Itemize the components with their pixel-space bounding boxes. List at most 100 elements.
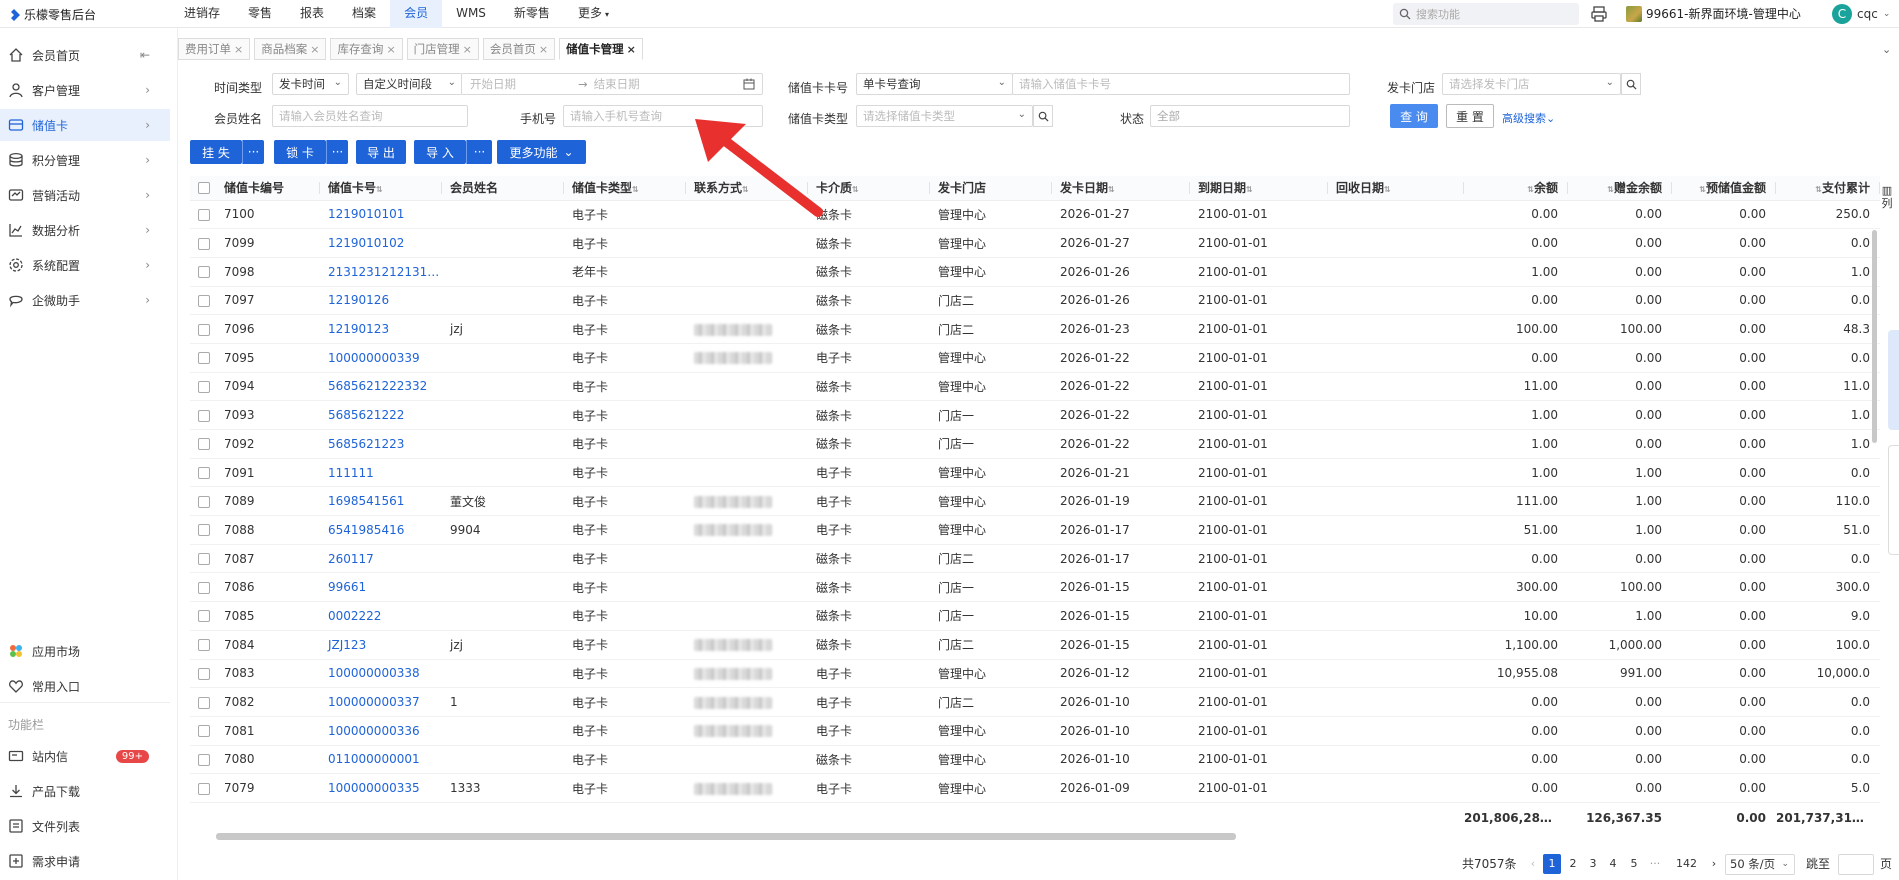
column-header-9[interactable]: 回收日期⇅	[1328, 176, 1464, 201]
user-menu[interactable]: C cqc ⌄	[1832, 4, 1890, 24]
tab-0[interactable]: 费用订单 ×	[178, 38, 251, 60]
floating-side-panel-tab[interactable]	[1888, 330, 1899, 430]
column-header-6[interactable]: 发卡门店	[930, 176, 1052, 201]
cell-card-no[interactable]: 0002222	[320, 601, 442, 631]
sort-icon[interactable]: ⇅	[1384, 185, 1391, 194]
column-header-8[interactable]: 到期日期⇅	[1190, 176, 1328, 201]
topnav-item-1[interactable]: 零售	[234, 0, 286, 28]
topnav-item-4[interactable]: 会员	[390, 0, 443, 28]
sort-icon[interactable]: ⇅	[852, 185, 859, 194]
page-button[interactable]: 3	[1584, 854, 1602, 874]
table-row[interactable]: 7088 6541985416 9904 电子卡 电子卡 管理中心 2026-01-17 21…	[190, 515, 1880, 545]
sidebar-item-heart[interactable]: 常用入口	[0, 670, 170, 702]
sort-icon[interactable]: ⇅	[1815, 185, 1822, 194]
app-logo[interactable]: 乐檬零售后台	[8, 6, 96, 23]
tab-1[interactable]: 商品档案 ×	[254, 38, 327, 60]
cell-card-no[interactable]: 12190126	[320, 286, 442, 316]
row-checkbox[interactable]	[198, 237, 210, 250]
topnav-item-5[interactable]: WMS	[442, 0, 500, 28]
row-checkbox[interactable]	[198, 639, 210, 652]
column-header-3[interactable]: 储值卡类型⇅	[564, 176, 686, 201]
floating-side-panel-tab-secondary[interactable]	[1888, 445, 1899, 555]
row-checkbox[interactable]	[198, 495, 210, 508]
prev-page-button[interactable]: ‹	[1524, 854, 1542, 874]
column-header-12[interactable]: ⇅预储值金额	[1672, 176, 1776, 201]
tab-4[interactable]: 会员首页 ×	[482, 38, 556, 60]
import-more-button[interactable]: ···	[466, 140, 492, 164]
table-row[interactable]: 7091 111111 电子卡 电子卡 管理中心 2026-01-21 2100-01-01…	[190, 458, 1880, 488]
sidebar-item-member-home[interactable]: 会员首页 ⇤	[0, 39, 170, 71]
page-size-select[interactable]: 50 条/页 ⌄	[1725, 854, 1795, 875]
cell-card-no[interactable]: 5685621222332	[320, 372, 442, 402]
status-select[interactable]: 全部	[1150, 105, 1350, 127]
table-row[interactable]: 7092 5685621223 电子卡 磁条卡 门店一 2026-01-22 2100-01…	[190, 429, 1880, 459]
report-loss-button[interactable]: 挂 失	[190, 140, 242, 164]
sort-icon[interactable]: ⇅	[1108, 185, 1115, 194]
cell-card-no[interactable]: 6541985416	[320, 515, 442, 545]
table-row[interactable]: 7093 5685621222 电子卡 磁条卡 门店一 2026-01-22 2100-01…	[190, 400, 1880, 430]
table-row[interactable]: 7094 5685621222332 电子卡 磁条卡 管理中心 2026-01-22 210…	[190, 372, 1880, 402]
sidebar-item-card[interactable]: 储值卡 ›	[0, 109, 170, 141]
vertical-scrollbar[interactable]	[1872, 230, 1877, 443]
close-icon[interactable]: ×	[310, 43, 319, 56]
feature-search-input[interactable]: 搜索功能	[1393, 3, 1579, 25]
more-functions-button[interactable]: 更多功能 ⌄	[497, 140, 586, 164]
sidebar-item-chat[interactable]: 企微助手 ›	[0, 284, 170, 316]
cell-card-no[interactable]: 100000000336	[320, 716, 442, 746]
topnav-item-6[interactable]: 新零售	[500, 0, 564, 28]
column-header-1[interactable]: 储值卡号⇅	[320, 176, 442, 201]
cell-card-no[interactable]: 1219010101	[320, 200, 442, 230]
column-header-7[interactable]: 发卡日期⇅	[1052, 176, 1190, 201]
printer-icon[interactable]	[1590, 5, 1608, 23]
advanced-search-link[interactable]: 高级搜索⌄	[1502, 110, 1555, 126]
table-row[interactable]: 7080 011000000001 电子卡 磁条卡 管理中心 2026-01-10 2100…	[190, 745, 1880, 775]
sort-icon[interactable]: ⇅	[376, 185, 383, 194]
row-checkbox[interactable]	[198, 380, 210, 393]
topnav-item-7[interactable]: 更多 ▾	[564, 0, 623, 28]
sidebar-item-request[interactable]: 需求申请	[0, 845, 170, 877]
row-checkbox[interactable]	[198, 208, 210, 221]
time-type-select[interactable]: 发卡时间 ⌄	[272, 73, 349, 95]
cell-card-no[interactable]: 1698541561	[320, 486, 442, 517]
sidebar-item-gear[interactable]: 系统配置 ›	[0, 249, 170, 281]
sidebar-item-app-market[interactable]: 应用市场	[0, 635, 170, 667]
table-row[interactable]: 7087 260117 电子卡 磁条卡 门店二 2026-01-17 2100-01-01 0…	[190, 544, 1880, 574]
lock-card-more-button[interactable]: ···	[326, 140, 348, 164]
sidebar-item-user[interactable]: 客户管理 ›	[0, 74, 170, 106]
cell-card-no[interactable]: 100000000339	[320, 343, 442, 373]
column-settings-button[interactable]: ▥ 列	[1880, 184, 1894, 210]
column-header-13[interactable]: ⇅支付累计	[1776, 176, 1880, 201]
table-row[interactable]: 7083 100000000338 电子卡 电子卡 管理中心 2026-01-12 2100…	[190, 659, 1880, 689]
column-header-4[interactable]: 联系方式⇅	[686, 176, 808, 201]
card-no-input[interactable]: 请输入储值卡卡号	[1012, 73, 1350, 95]
sidebar-item-campaign[interactable]: 营销活动 ›	[0, 179, 170, 211]
table-row[interactable]: 7085 0002222 电子卡 磁条卡 门店一 2026-01-15 2100-01-01…	[190, 601, 1880, 631]
import-button[interactable]: 导 入	[414, 140, 466, 164]
page-ellipsis[interactable]: ···	[1646, 854, 1664, 874]
cell-card-no[interactable]: 5685621222	[320, 400, 442, 430]
row-checkbox[interactable]	[198, 266, 210, 279]
sort-icon[interactable]: ⇅	[742, 185, 749, 194]
collapse-sidebar-icon[interactable]: ⇤	[140, 48, 150, 62]
row-checkbox[interactable]	[198, 438, 210, 451]
card-no-mode-select[interactable]: 单卡号查询 ⌄	[856, 73, 1013, 95]
next-page-button[interactable]: ›	[1705, 854, 1723, 874]
cell-card-no[interactable]: 111111	[320, 458, 442, 488]
column-header-2[interactable]: 会员姓名	[442, 176, 564, 201]
close-icon[interactable]: ×	[627, 43, 636, 56]
cell-card-no[interactable]: 100000000338	[320, 659, 442, 689]
phone-input[interactable]: 请输入手机号查询	[563, 105, 763, 127]
close-icon[interactable]: ×	[463, 43, 472, 56]
tab-5[interactable]: 储值卡管理 ×	[559, 38, 643, 60]
table-row[interactable]: 7098 21312312121312... 老年卡 磁条卡 管理中心 2026-01-2…	[190, 257, 1880, 287]
sort-icon[interactable]: ⇅	[1246, 185, 1253, 194]
card-type-search-button[interactable]	[1033, 105, 1053, 127]
cell-card-no[interactable]: 100000000335	[320, 773, 442, 803]
page-button[interactable]: 5	[1625, 854, 1643, 874]
page-button[interactable]: 2	[1564, 854, 1582, 874]
row-checkbox[interactable]	[198, 553, 210, 566]
table-row[interactable]: 7097 12190126 电子卡 磁条卡 门店二 2026-01-26 2100-01-0…	[190, 286, 1880, 316]
export-button[interactable]: 导 出	[356, 140, 406, 164]
sidebar-item-chart[interactable]: 数据分析 ›	[0, 214, 170, 246]
column-header-0[interactable]: 储值卡编号	[216, 176, 320, 201]
